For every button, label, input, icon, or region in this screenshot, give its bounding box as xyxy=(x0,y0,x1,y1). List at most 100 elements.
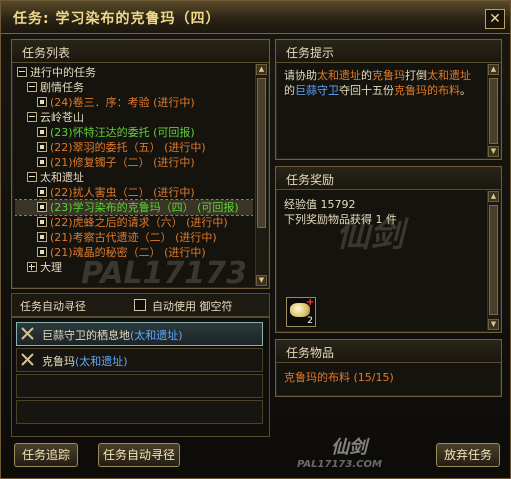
hint-text-segment: 打倒 xyxy=(405,69,427,82)
quest-items-header: 任务物品 xyxy=(276,340,501,363)
watermark-url: PAL17173.COM xyxy=(297,459,382,470)
quest-list-label: (22)翠羽的委托（五） (进行中) xyxy=(50,141,206,154)
path-item-name: 克鲁玛 xyxy=(42,355,75,368)
quest-window: 任务: 学习染布的克鲁玛（四） ✕ 任务列表 进行中的任务 剧情任务 (24)卷三．… xyxy=(0,0,511,479)
quest-list-label: (24)卷三．序：考验 (进行中) xyxy=(50,96,195,109)
watermark-text-a: PAL17173 xyxy=(81,256,247,291)
quest-item-entry: 克鲁玛的布料 (15/15) xyxy=(284,371,394,384)
hint-text-segment: 的 xyxy=(361,69,372,82)
quest-list-title: 任务列表 xyxy=(22,46,71,60)
quest-list-item[interactable]: (22)虎蜂之后的请求（六） (进行中) xyxy=(15,215,253,230)
quest-bullet-icon xyxy=(37,97,47,107)
hint-text-segment: 。 xyxy=(460,84,471,97)
path-item-empty xyxy=(16,374,263,398)
window-title: 任务: 学习染布的克鲁玛（四） xyxy=(13,11,221,27)
hint-text-segment: 太和遗址 xyxy=(317,69,361,82)
quest-bullet-icon xyxy=(37,142,47,152)
quest-reward-title: 任务奖励 xyxy=(286,173,335,187)
quest-items-panel: 任务物品 克鲁玛的布料 (15/15) xyxy=(275,339,502,397)
close-button[interactable]: ✕ xyxy=(485,9,505,29)
quest-hint-header: 任务提示 xyxy=(276,40,501,63)
quest-list-label: 进行中的任务 xyxy=(30,66,96,79)
watermark-text-b: 仙剑 xyxy=(336,215,404,255)
auto-use-label: 自动使用 御空符 xyxy=(152,300,233,313)
scroll-up-icon[interactable]: ▲ xyxy=(488,64,499,75)
quest-list-label: (23)学习染布的克鲁玛（四） (可回报) xyxy=(50,201,239,214)
quest-category-item[interactable]: 进行中的任务 xyxy=(15,65,253,80)
path-item-guard-habitat[interactable]: 巨蒜守卫的栖息地(太和遗址) xyxy=(16,322,263,346)
watermark-logo-text: 仙剑 xyxy=(331,437,367,458)
path-item-kluma[interactable]: 克鲁玛(太和遗址) xyxy=(16,348,263,372)
hint-text-segment: 请协助 xyxy=(284,69,317,82)
quest-list-scrollbar[interactable]: ▲ ▼ xyxy=(255,64,267,286)
scroll-up-icon[interactable]: ▲ xyxy=(256,64,267,75)
scroll-up-icon[interactable]: ▲ xyxy=(488,191,499,202)
reward-item-count: 2 xyxy=(307,316,313,326)
auto-use-checkbox[interactable] xyxy=(134,299,146,311)
quest-list-panel: 任务列表 进行中的任务 剧情任务 (24)卷三．序：考验 (进行中) 云岭苍山 (23)… xyxy=(11,39,270,289)
quest-list-item[interactable]: (23)学习染布的克鲁玛（四） (可回报) xyxy=(15,199,253,216)
quest-category-item[interactable]: 太和遗址 xyxy=(15,170,253,185)
hint-scrollbar[interactable]: ▲ ▼ xyxy=(487,64,499,157)
auto-path-button[interactable]: 任务自动寻径 xyxy=(98,443,180,467)
collapse-icon[interactable] xyxy=(17,67,27,77)
scroll-thumb[interactable] xyxy=(489,205,498,315)
hint-text-segment: 夺回十五份 xyxy=(339,84,394,97)
path-item-place: (太和遗址) xyxy=(130,329,183,342)
quest-category-item[interactable]: 云岭苍山 xyxy=(15,110,253,125)
quest-list-label: (23)怀特汪达的委托 (可回报) xyxy=(50,126,195,139)
scroll-down-icon[interactable]: ▼ xyxy=(256,275,267,286)
quest-list-item[interactable]: (23)怀特汪达的委托 (可回报) xyxy=(15,125,253,140)
quest-bullet-icon xyxy=(37,217,47,227)
quest-list-label: 剧情任务 xyxy=(40,81,84,94)
hint-text-segment: 太和遗址 xyxy=(427,69,471,82)
crossed-swords-icon xyxy=(21,327,34,340)
scroll-down-icon[interactable]: ▼ xyxy=(488,319,499,330)
abandon-quest-button[interactable]: 放弃任务 xyxy=(436,443,500,467)
quest-bullet-icon xyxy=(37,247,47,257)
quest-list-item[interactable]: (22)扰人害虫（二） (进行中) xyxy=(15,185,253,200)
quest-bullet-icon xyxy=(37,202,47,212)
hint-text-segment: 克鲁玛 xyxy=(372,69,405,82)
quest-hint-text: 请协助太和遗址的克鲁玛打倒太和遗址的巨蒜守卫夺回十五份克鲁玛的布料。 xyxy=(278,64,485,102)
quest-list-label: (21)修复镯子（二） (进行中) xyxy=(50,156,195,169)
quest-list: 进行中的任务 剧情任务 (24)卷三．序：考验 (进行中) 云岭苍山 (23)怀特汪达的… xyxy=(15,65,253,285)
expand-icon[interactable] xyxy=(27,262,37,272)
quest-list-item[interactable]: (22)翠羽的委托（五） (进行中) xyxy=(15,140,253,155)
quest-hint-panel: 任务提示 请协助太和遗址的克鲁玛打倒太和遗址的巨蒜守卫夺回十五份克鲁玛的布料。 … xyxy=(275,39,502,160)
quest-list-label: (22)虎蜂之后的请求（六） (进行中) xyxy=(50,216,228,229)
quest-category-item[interactable]: 剧情任务 xyxy=(15,80,253,95)
path-item-empty xyxy=(16,400,263,424)
quest-list-item[interactable]: (24)卷三．序：考验 (进行中) xyxy=(15,95,253,110)
collapse-icon[interactable] xyxy=(27,112,37,122)
quest-list-item[interactable]: (21)考察古代遗迹（二） (进行中) xyxy=(15,230,253,245)
auto-path-title: 任务自动寻径 xyxy=(20,300,86,313)
auto-path-bar: 任务自动寻径 自动使用 御空符 xyxy=(11,293,270,317)
quest-list-label: 云岭苍山 xyxy=(40,111,84,124)
quest-bullet-icon xyxy=(37,232,47,242)
hint-text-segment: 克鲁玛的布料 xyxy=(394,84,460,97)
track-quest-button[interactable]: 任务追踪 xyxy=(14,443,78,467)
hint-text-segment: 的 xyxy=(284,84,295,97)
scroll-thumb[interactable] xyxy=(257,78,266,228)
quest-bullet-icon xyxy=(37,187,47,197)
auto-path-list: 巨蒜守卫的栖息地(太和遗址) 克鲁玛(太和遗址) xyxy=(11,317,270,437)
scroll-thumb[interactable] xyxy=(489,78,498,144)
scroll-down-icon[interactable]: ▼ xyxy=(488,146,499,157)
quest-list-label: (21)考察古代遗迹（二） (进行中) xyxy=(50,231,217,244)
quest-list-label: 太和遗址 xyxy=(40,171,84,184)
quest-bullet-icon xyxy=(37,127,47,137)
hint-text-segment: 巨蒜守卫 xyxy=(295,84,339,97)
quest-reward-header: 任务奖励 xyxy=(276,167,501,190)
plus-icon: + xyxy=(306,297,315,308)
reward-scrollbar[interactable]: ▲ ▼ xyxy=(487,191,499,330)
collapse-icon[interactable] xyxy=(27,172,37,182)
quest-list-header: 任务列表 xyxy=(12,40,269,63)
quest-items-title: 任务物品 xyxy=(286,346,335,360)
collapse-icon[interactable] xyxy=(27,82,37,92)
quest-bullet-icon xyxy=(37,157,47,167)
quest-list-label: 大理 xyxy=(40,261,62,274)
quest-list-item[interactable]: (21)修复镯子（二） (进行中) xyxy=(15,155,253,170)
title-bar: 任务: 学习染布的克鲁玛（四） ✕ xyxy=(1,1,510,34)
reward-item-slot[interactable]: + 2 xyxy=(286,297,316,327)
